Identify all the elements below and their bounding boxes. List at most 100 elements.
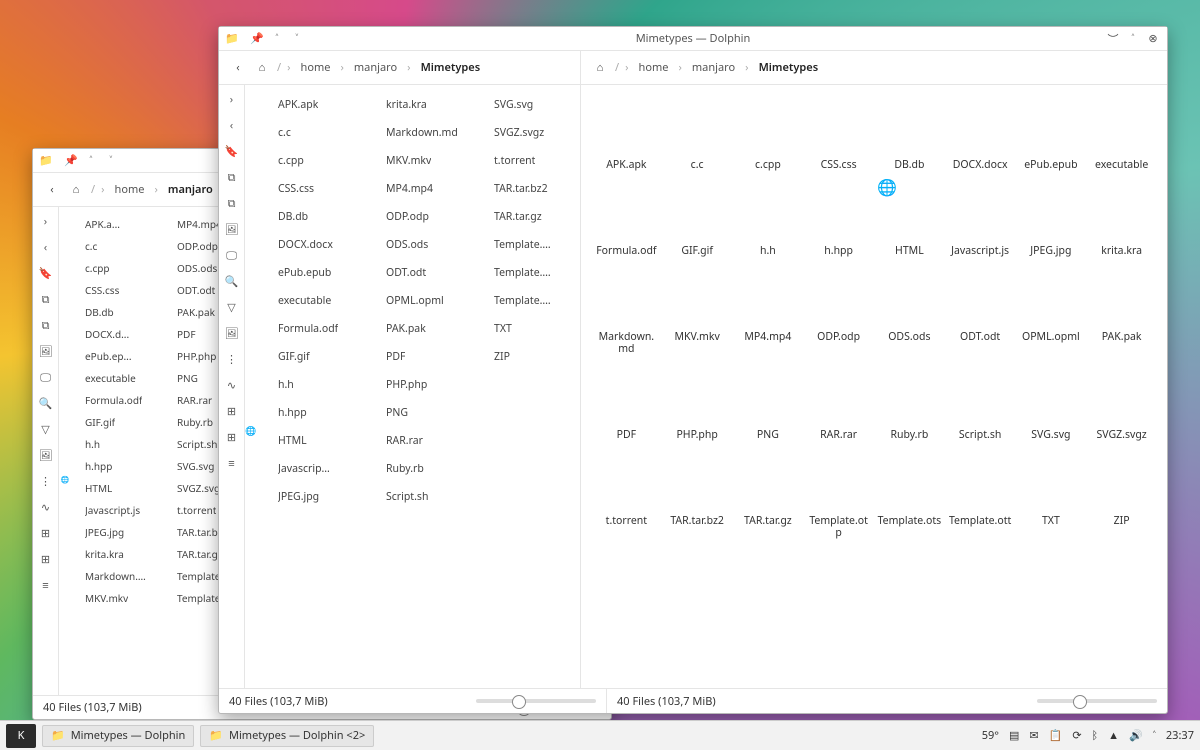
- file-item[interactable]: ▲GIF.gif: [664, 187, 731, 257]
- home-icon[interactable]: ⌂: [67, 181, 85, 199]
- file-item[interactable]: ⬡APK.a...: [63, 213, 155, 235]
- file-item[interactable]: ++c.cpp: [63, 257, 155, 279]
- file-item[interactable]: ●t.torrent: [593, 457, 660, 539]
- file-item[interactable]: ▦ODS.ods: [357, 231, 465, 259]
- file-item[interactable]: ≡DOCX.docx: [249, 231, 357, 259]
- file-item[interactable]: ≡DOCX.docx: [947, 101, 1014, 171]
- system-tray[interactable]: 59° ▤ ✉ 📋 ⟳ ᛒ ▲ 🔊 ˄ 23:37: [982, 728, 1194, 743]
- file-item[interactable]: ◆Ruby.rb: [876, 371, 943, 441]
- file-item[interactable]: ≡ODT.odt: [947, 273, 1014, 355]
- crumb[interactable]: home: [295, 57, 337, 78]
- file-item[interactable]: ++h.hpp: [63, 455, 155, 477]
- crumb[interactable]: home: [109, 179, 151, 200]
- file-item[interactable]: ✎krita.kra: [1088, 187, 1155, 257]
- file-item[interactable]: ++c.cpp: [249, 147, 357, 175]
- file-item[interactable]: { }CSS.css: [805, 101, 872, 171]
- dolphin-window-front[interactable]: 📁 📌 ˄ ˅ Mimetypes — Dolphin ︶ ˄ ⊗ ‹ ⌂ /›…: [218, 26, 1168, 714]
- taskbar-entry[interactable]: 📁 Mimetypes — Dolphin: [42, 725, 194, 747]
- sidebar-icon[interactable]: 🖼: [224, 221, 240, 237]
- sidebar-icon[interactable]: 🖵: [38, 369, 54, 385]
- tray-icon[interactable]: ▤: [1009, 728, 1019, 743]
- file-item[interactable]: ⁞ZIP: [465, 343, 573, 371]
- sidebar-icon[interactable]: 🔍: [224, 273, 240, 289]
- places-sidebar[interactable]: ›‹🔖⧉⧉🖼🖵🔍▽🖼⋮∿⊞⊞≡: [219, 85, 245, 688]
- file-list-medium[interactable]: ⬡APK.apkCc.c++c.cpp{ }CSS.css≣DB.db≡DOCX…: [245, 85, 581, 688]
- sidebar-icon[interactable]: ⊞: [224, 403, 240, 419]
- breadcrumb-left[interactable]: ‹ ⌂ /› home› manjaro› Mimetypes: [219, 51, 581, 85]
- file-item[interactable]: ⬡APK.apk: [593, 101, 660, 171]
- file-item[interactable]: ▲JPEG.jpg: [1018, 187, 1085, 257]
- sidebar-icon[interactable]: ⧉: [224, 195, 240, 211]
- sidebar-icon[interactable]: 🔍: [38, 395, 54, 411]
- file-item[interactable]: ▶MKV.mkv: [664, 273, 731, 355]
- sidebar-icon[interactable]: ›: [38, 213, 54, 229]
- sidebar-icon[interactable]: ⋮: [224, 351, 240, 367]
- home-icon[interactable]: ⌂: [253, 59, 271, 77]
- file-item[interactable]: ◇SVG.svg: [465, 91, 573, 119]
- file-item[interactable]: { }Javascrip…: [249, 455, 357, 483]
- file-item[interactable]: ++c.cpp: [735, 101, 802, 171]
- file-item[interactable]: ≡TXT: [465, 315, 573, 343]
- sidebar-icon[interactable]: 🔖: [38, 265, 54, 281]
- file-item[interactable]: √xFormula.odf: [63, 389, 155, 411]
- file-item[interactable]: ⁞PAK.pak: [1088, 273, 1155, 355]
- file-item[interactable]: ≣DB.db: [63, 301, 155, 323]
- chevron-up-icon[interactable]: ˄: [1153, 728, 1156, 743]
- file-item[interactable]: ✎krita.kra: [63, 543, 155, 565]
- file-item[interactable]: ▸executable: [1088, 101, 1155, 171]
- file-item[interactable]: ⬡APK.apk: [249, 91, 357, 119]
- crumb[interactable]: manjaro: [348, 57, 403, 78]
- file-item[interactable]: ▦Template.…: [465, 259, 573, 287]
- file-item[interactable]: ≣DB.db: [249, 203, 357, 231]
- file-item[interactable]: √xFormula.odf: [593, 187, 660, 257]
- tray-icon[interactable]: ✉: [1029, 728, 1038, 743]
- crumb[interactable]: manjaro: [686, 57, 741, 78]
- file-item[interactable]: Ch.h: [735, 187, 802, 257]
- file-item[interactable]: ⁞TAR.tar.gz: [735, 457, 802, 539]
- file-item[interactable]: { }CSS.css: [63, 279, 155, 301]
- file-item[interactable]: √xFormula.odf: [249, 315, 357, 343]
- file-item[interactable]: ▭Template.otp: [805, 457, 872, 539]
- clock[interactable]: 23:37: [1166, 728, 1194, 743]
- file-item[interactable]: Ch.h: [249, 371, 357, 399]
- file-item[interactable]: ++h.hpp: [249, 399, 357, 427]
- file-item[interactable]: ≡Template.ott: [947, 457, 1014, 539]
- sidebar-icon[interactable]: 🔖: [224, 143, 240, 159]
- file-item[interactable]: ▲JPEG.jpg: [249, 483, 357, 511]
- file-item[interactable]: ⋰OPML.opml: [357, 287, 465, 315]
- file-item[interactable]: ▶MP4.mp4: [357, 175, 465, 203]
- file-item[interactable]: ▲JPEG.jpg: [63, 521, 155, 543]
- file-item[interactable]: ≡ODT.odt: [357, 259, 465, 287]
- file-item[interactable]: Cc.c: [63, 235, 155, 257]
- sidebar-icon[interactable]: 🖼: [224, 325, 240, 341]
- file-item[interactable]: M↓Markdown.md: [357, 119, 465, 147]
- file-item[interactable]: APDF: [593, 371, 660, 441]
- file-item[interactable]: { }CSS.css: [249, 175, 357, 203]
- crumb[interactable]: Mimetypes: [753, 57, 825, 78]
- file-item[interactable]: ◆ePub.epub: [249, 259, 357, 287]
- file-item[interactable]: ≡DOCX.d...: [63, 323, 155, 345]
- sidebar-icon[interactable]: 🖵: [224, 247, 240, 263]
- maximize-button[interactable]: ˄: [1125, 31, 1141, 47]
- file-item[interactable]: ◇SVG.svg: [1018, 371, 1085, 441]
- file-item[interactable]: >_Script.sh: [947, 371, 1014, 441]
- file-item[interactable]: ✎krita.kra: [357, 91, 465, 119]
- file-item[interactable]: ⁞PAK.pak: [357, 315, 465, 343]
- file-item[interactable]: ⁞RAR.rar: [357, 427, 465, 455]
- file-item[interactable]: ◇SVGZ.svgz: [1088, 371, 1155, 441]
- back-button[interactable]: ‹: [43, 181, 61, 199]
- file-item[interactable]: 🌐HTML: [63, 477, 155, 499]
- file-item[interactable]: 🌐HTML: [876, 187, 943, 257]
- file-item[interactable]: ⁞TAR.tar.gz: [465, 203, 573, 231]
- home-icon[interactable]: ⌂: [591, 59, 609, 77]
- sidebar-icon[interactable]: ∿: [38, 499, 54, 515]
- file-item[interactable]: { }Javascript.js: [63, 499, 155, 521]
- file-item[interactable]: ◆ePub.epub: [1018, 101, 1085, 171]
- clipboard-icon[interactable]: 📋: [1049, 728, 1063, 743]
- sidebar-icon[interactable]: ≡: [38, 577, 54, 593]
- file-item[interactable]: ▶MKV.mkv: [63, 587, 155, 609]
- file-item[interactable]: >_Script.sh: [357, 483, 465, 511]
- crumb[interactable]: manjaro: [162, 179, 219, 200]
- file-item[interactable]: ▸executable: [63, 367, 155, 389]
- file-item[interactable]: M↓Markdown.md: [593, 273, 660, 355]
